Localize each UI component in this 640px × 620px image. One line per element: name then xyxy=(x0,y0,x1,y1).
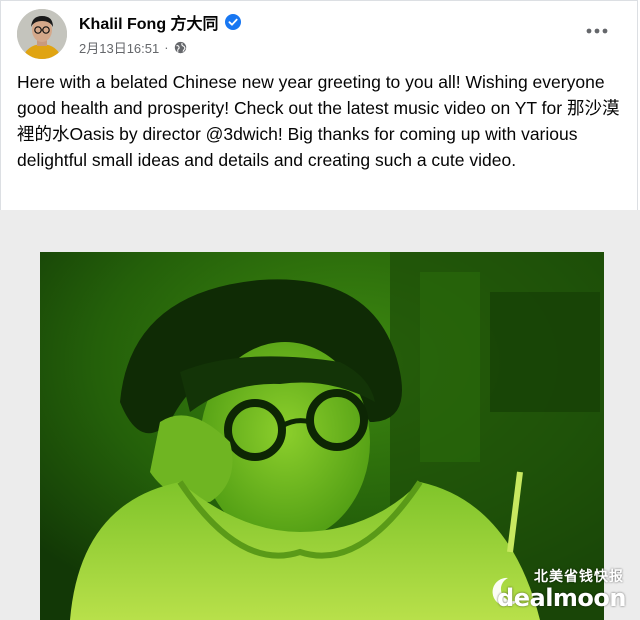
dealmoon-watermark: 北美省钱快报 dealmoon xyxy=(484,560,634,616)
author-avatar[interactable] xyxy=(17,9,67,59)
watermark-chinese: 北美省钱快报 xyxy=(534,569,624,585)
more-options-button[interactable] xyxy=(579,19,615,43)
author-name[interactable]: Khalil Fong 方大同 xyxy=(79,10,219,34)
watermark-english: dealmoon xyxy=(497,584,626,612)
verified-badge-icon xyxy=(224,14,241,30)
avatar-image xyxy=(17,9,67,59)
post-meta: 2月13日16:51 · xyxy=(79,38,187,57)
post-timestamp[interactable]: 2月13日16:51 xyxy=(79,38,159,57)
author-row: Khalil Fong 方大同 xyxy=(79,11,241,33)
globe-icon xyxy=(174,41,186,54)
post-text: Here with a belated Chinese new year gre… xyxy=(17,72,620,170)
meta-separator: · xyxy=(164,40,169,55)
post-card: Khalil Fong 方大同 2月13日16:51 · Here with a… xyxy=(0,0,638,210)
more-options-icon xyxy=(586,28,608,34)
